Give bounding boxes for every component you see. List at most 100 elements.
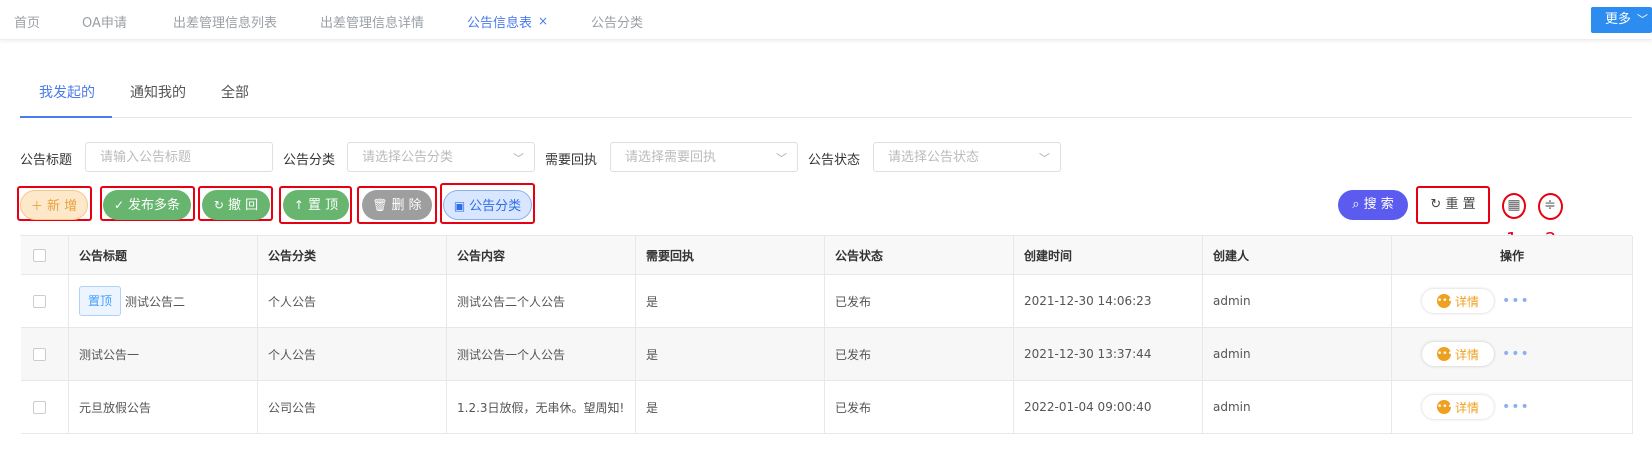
- plus-icon: ＋: [30, 199, 43, 213]
- header-created: 创建时间: [1014, 236, 1203, 274]
- filter-title-input[interactable]: [85, 142, 273, 172]
- more-actions-icon[interactable]: •••: [1502, 293, 1530, 309]
- delete-button[interactable]: 🗑 删 除: [362, 190, 432, 220]
- header-receipt: 需要回执: [636, 236, 825, 274]
- add-label: 新 增: [46, 199, 78, 214]
- cell-created: 2022-01-04 09:00:40: [1014, 381, 1203, 433]
- select-all-checkbox[interactable]: [33, 248, 46, 262]
- cell-content: 测试公告一个人公告: [447, 328, 636, 380]
- cell-actions: ••• 详情 •••: [1392, 275, 1633, 327]
- reset-label: 重 置: [1445, 197, 1476, 212]
- cell-creator: admin: [1203, 381, 1392, 433]
- more-dots-icon: •••: [1436, 294, 1453, 308]
- detail-button[interactable]: ••• 详情: [1422, 395, 1494, 419]
- page-tab-bar: 首页 OA申请 出差管理信息列表 出差管理信息详情 公告信息表 × 公告分类 更…: [0, 0, 1652, 40]
- revoke-label: 撤 回: [227, 198, 259, 213]
- header-creator: 创建人: [1203, 236, 1392, 274]
- more-actions-icon[interactable]: •••: [1502, 346, 1530, 362]
- refresh-icon: ↻: [213, 198, 224, 212]
- tab-travel-detail[interactable]: 出差管理信息详情: [320, 12, 424, 31]
- cell-creator: admin: [1203, 328, 1392, 380]
- header-status: 公告状态: [825, 236, 1014, 274]
- cell-category: 个人公告: [258, 275, 447, 327]
- row-checkbox[interactable]: [33, 294, 46, 308]
- search-icon: ⌕: [1352, 197, 1364, 212]
- chevron-down-icon: ﹀: [1039, 152, 1050, 165]
- tab-close-icon[interactable]: ×: [538, 14, 548, 28]
- header-checkbox-cell: [21, 236, 69, 274]
- title-text: 测试公告二: [125, 294, 186, 309]
- row-checkbox[interactable]: [33, 347, 46, 361]
- pin-label: 置 顶: [307, 198, 339, 213]
- detail-label: 详情: [1454, 294, 1479, 309]
- grid-icon[interactable]: ▦: [1506, 197, 1522, 213]
- more-tabs-button[interactable]: 更多 ﹀: [1591, 7, 1652, 33]
- chevron-down-icon: ﹀: [1637, 13, 1648, 26]
- delete-label: 删 除: [391, 198, 422, 213]
- cell-receipt: 是: [636, 381, 825, 433]
- subtab-initiated[interactable]: 我发起的: [39, 82, 95, 102]
- more-label: 更多: [1605, 12, 1632, 27]
- search-button[interactable]: ⌕ 搜 索: [1338, 190, 1408, 220]
- row-checkbox-cell: [21, 275, 69, 327]
- subtab-notified[interactable]: 通知我的: [130, 82, 186, 102]
- detail-button[interactable]: ••• 详情: [1422, 289, 1494, 313]
- refresh-icon: ↻: [1430, 197, 1446, 212]
- publish-label: 发布多条: [128, 198, 181, 213]
- trash-icon: 🗑: [372, 198, 388, 212]
- table-header: 公告标题 公告分类 公告内容 需要回执 公告状态 创建时间 创建人 操作: [21, 236, 1633, 275]
- check-icon: ✓: [113, 198, 125, 212]
- revoke-button[interactable]: ↻ 撤 回: [202, 190, 270, 220]
- more-dots-icon: •••: [1436, 347, 1453, 361]
- cell-receipt: 是: [636, 328, 825, 380]
- row-checkbox-cell: [21, 381, 69, 433]
- chevron-down-icon: ﹀: [776, 152, 787, 165]
- table-row: 测试公告一 个人公告 测试公告一个人公告 是 已发布 2021-12-30 13…: [21, 328, 1633, 381]
- subtab-active-indicator: [20, 116, 112, 118]
- header-category: 公告分类: [258, 236, 447, 274]
- tab-home[interactable]: 首页: [14, 12, 40, 31]
- filter-title-label: 公告标题: [20, 153, 73, 168]
- filter-receipt-select[interactable]: [610, 142, 798, 172]
- more-dots-icon: •••: [1436, 400, 1453, 414]
- filter-status-label: 公告状态: [808, 153, 861, 168]
- filter-status-select[interactable]: [873, 142, 1061, 172]
- filter-category-label: 公告分类: [283, 153, 336, 168]
- cell-category: 个人公告: [258, 328, 447, 380]
- pin-top-button[interactable]: ↑ 置 顶: [283, 190, 349, 220]
- cell-title: 测试公告一: [69, 328, 258, 380]
- cell-status: 已发布: [825, 275, 1014, 327]
- detail-label: 详情: [1454, 400, 1479, 415]
- header-title: 公告标题: [69, 236, 258, 274]
- detail-button[interactable]: ••• 详情: [1422, 342, 1494, 366]
- cell-status: 已发布: [825, 381, 1014, 433]
- row-checkbox-cell: [21, 328, 69, 380]
- subtab-all[interactable]: 全部: [221, 82, 249, 102]
- table-row: 元旦放假公告 公司公告 1.2.3日放假，无串休。望周知! 是 已发布 2022…: [21, 381, 1633, 434]
- cell-content: 测试公告二个人公告: [447, 275, 636, 327]
- more-actions-icon[interactable]: •••: [1502, 399, 1530, 415]
- cell-category: 公司公告: [258, 381, 447, 433]
- filter-receipt-label: 需要回执: [545, 153, 598, 168]
- add-button[interactable]: ＋新 增: [20, 190, 88, 220]
- table-row: 置顶 测试公告二 个人公告 测试公告二个人公告 是 已发布 2021-12-30 …: [21, 275, 1633, 328]
- cell-receipt: 是: [636, 275, 825, 327]
- reset-button[interactable]: ↻ 重 置: [1420, 190, 1486, 220]
- tab-notice-category[interactable]: 公告分类: [591, 12, 643, 31]
- search-label: 搜 索: [1363, 197, 1394, 212]
- cell-status: 已发布: [825, 328, 1014, 380]
- subtab-divider: [20, 117, 1632, 118]
- notice-category-button[interactable]: ▣ 公告分类: [443, 190, 532, 220]
- filter-category-select[interactable]: [347, 142, 535, 172]
- arrow-up-icon: ↑: [293, 198, 304, 212]
- header-actions: 操作: [1392, 236, 1633, 274]
- filter-icon[interactable]: ≑: [1542, 197, 1558, 213]
- tab-travel-list[interactable]: 出差管理信息列表: [173, 12, 277, 31]
- row-checkbox[interactable]: [33, 400, 46, 414]
- publish-multiple-button[interactable]: ✓ 发布多条: [103, 190, 191, 220]
- category-label: 公告分类: [469, 199, 522, 214]
- cell-creator: admin: [1203, 275, 1392, 327]
- tab-notice-table[interactable]: 公告信息表: [467, 12, 532, 31]
- cell-actions: ••• 详情 •••: [1392, 328, 1633, 380]
- tab-oa-apply[interactable]: OA申请: [82, 12, 127, 31]
